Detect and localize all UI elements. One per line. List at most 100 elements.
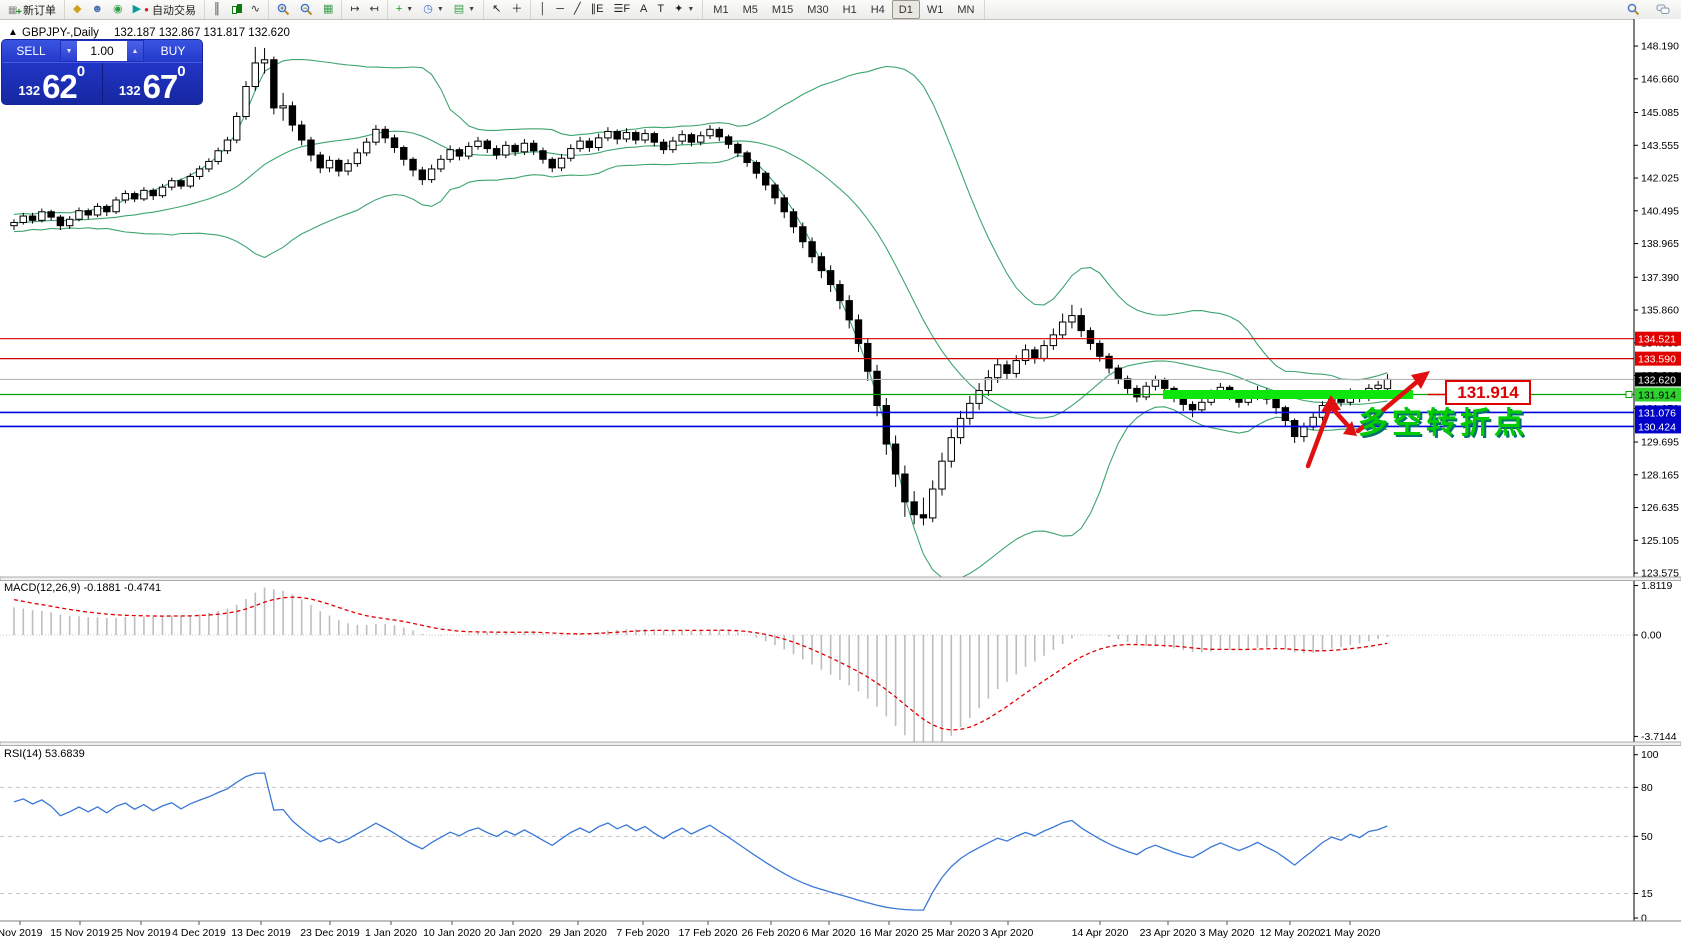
main-price-pane[interactable]	[0, 47, 1634, 580]
search-icon[interactable]	[1622, 0, 1645, 19]
timeframe-mn[interactable]: MN	[950, 0, 981, 19]
cursor-button[interactable]: ↖	[487, 0, 506, 19]
candle-body	[651, 134, 657, 143]
fibonacci-button[interactable]: ☰F	[608, 0, 635, 19]
candle-body	[568, 149, 574, 159]
price-tick: 146.660	[1641, 73, 1679, 85]
candle-body	[29, 216, 35, 220]
highlighter-icon[interactable]: ◆	[68, 0, 86, 19]
timeframe-h4[interactable]: H4	[864, 0, 892, 19]
timeframe-m15[interactable]: M15	[765, 0, 800, 19]
buy-price-big-figure: 132	[119, 80, 141, 102]
signals-icon[interactable]: ◉	[108, 0, 128, 19]
zoom-out-button[interactable]: −	[295, 0, 318, 19]
chart-area[interactable]: 148.190146.660145.085143.555142.025140.4…	[0, 19, 1681, 944]
date-label: 23 Apr 2020	[1140, 927, 1197, 939]
chat-icon[interactable]	[1651, 0, 1675, 19]
panel-collapse-icon[interactable]: ▲	[8, 27, 18, 38]
date-label: 14 Apr 2020	[1072, 927, 1129, 939]
candle-body	[707, 129, 713, 135]
zoom-in-button[interactable]: +	[272, 0, 295, 19]
candle-body	[1032, 350, 1038, 359]
sell-button[interactable]: SELL	[2, 40, 60, 62]
profile-icon[interactable]: ☻	[86, 0, 108, 19]
candle-body	[549, 159, 555, 168]
buy-price[interactable]: 132 67 0	[103, 63, 203, 104]
candlestick-chart-button[interactable]	[226, 0, 246, 19]
indicators-button[interactable]: +▼	[391, 0, 418, 19]
candle-body	[94, 206, 100, 215]
new-order-button[interactable]: ▦+新订单	[3, 0, 61, 19]
templates-button[interactable]: ▤▼	[449, 0, 480, 19]
timeframe-m1[interactable]: M1	[706, 0, 735, 19]
trendline-button[interactable]: ╱	[569, 0, 586, 19]
vertical-line-button[interactable]: │	[534, 0, 551, 19]
line-endpoint-handle[interactable]	[1626, 392, 1632, 398]
rsi-pane[interactable]	[0, 773, 1634, 910]
candle-body	[1189, 404, 1195, 409]
buy-button[interactable]: BUY	[144, 40, 202, 62]
dropdown-caret-icon[interactable]: ▼	[406, 6, 413, 13]
candle-body	[345, 164, 351, 171]
candle-body	[354, 153, 360, 164]
candle-body	[994, 365, 1000, 378]
volume-down-button[interactable]: ▼	[61, 41, 77, 61]
candle-body	[410, 159, 416, 170]
periods-button[interactable]: ◷▼	[418, 0, 449, 19]
candle-body	[642, 134, 648, 140]
pane-separator-1[interactable]	[0, 577, 1681, 581]
dropdown-caret-icon[interactable]: ▼	[437, 6, 444, 13]
price-tick: 128.165	[1641, 469, 1679, 481]
candle-body	[438, 159, 444, 169]
auto-scroll-button[interactable]: ↦	[345, 0, 364, 19]
price-tick: 138.965	[1641, 238, 1679, 250]
line-chart-button[interactable]: ∿	[246, 0, 265, 19]
equidistant-channel-button[interactable]: ∥E	[586, 0, 609, 19]
candle-body	[1097, 343, 1103, 356]
sell-price-pips: 62	[42, 72, 77, 102]
candle-body	[271, 60, 277, 108]
rsi-tick: 80	[1641, 782, 1653, 794]
candle-body	[493, 149, 499, 155]
candle-body	[85, 211, 91, 215]
arrows-button[interactable]: ✦▼	[669, 0, 699, 19]
text-button[interactable]: A	[635, 0, 652, 19]
dropdown-caret-icon[interactable]: ▼	[687, 6, 694, 13]
timeframe-m30[interactable]: M30	[800, 0, 835, 19]
tile-windows-button[interactable]: ▦	[318, 0, 338, 19]
candle-body	[911, 502, 917, 515]
autotrade-button[interactable]: ▶●自动交易	[128, 0, 201, 19]
timeframe-d1[interactable]: D1	[892, 0, 920, 19]
horizontal-line-button[interactable]: ─	[551, 0, 569, 19]
candles	[11, 47, 1391, 526]
candle-body	[1384, 379, 1390, 388]
candle-body	[122, 194, 128, 200]
candle-body	[261, 60, 267, 63]
crosshair-button[interactable]: ＋	[506, 0, 527, 19]
candle-body	[196, 169, 202, 176]
candle-body	[466, 146, 472, 156]
timeframe-m5[interactable]: M5	[736, 0, 765, 19]
timeframe-h1[interactable]: H1	[836, 0, 864, 19]
macd-pane[interactable]	[0, 588, 1634, 748]
bar-chart-button[interactable]: ║	[208, 0, 226, 19]
rsi-tick: 100	[1641, 749, 1659, 761]
volume-up-button[interactable]: ▲	[127, 41, 143, 61]
chart-title-symbol: GBPJPY-,Daily	[22, 27, 99, 39]
text-label-button[interactable]: T	[652, 0, 669, 19]
chart-shift-button[interactable]: ↤	[365, 0, 384, 19]
candle-body	[298, 125, 304, 140]
dropdown-caret-icon[interactable]: ▼	[468, 6, 475, 13]
date-label: 4 Dec 2019	[172, 927, 226, 939]
volume-value[interactable]: 1.00	[77, 41, 127, 61]
buy-price-pips: 67	[143, 72, 178, 102]
support-band[interactable]	[1163, 390, 1413, 399]
candle-body	[874, 371, 880, 405]
sell-price[interactable]: 132 62 0	[2, 63, 103, 104]
pane-separator-2[interactable]	[0, 742, 1681, 746]
timeframe-w1[interactable]: W1	[920, 0, 951, 19]
candle-body	[150, 190, 156, 195]
candle-body	[503, 145, 509, 155]
candle-body	[252, 63, 258, 87]
candle-body	[595, 138, 601, 148]
